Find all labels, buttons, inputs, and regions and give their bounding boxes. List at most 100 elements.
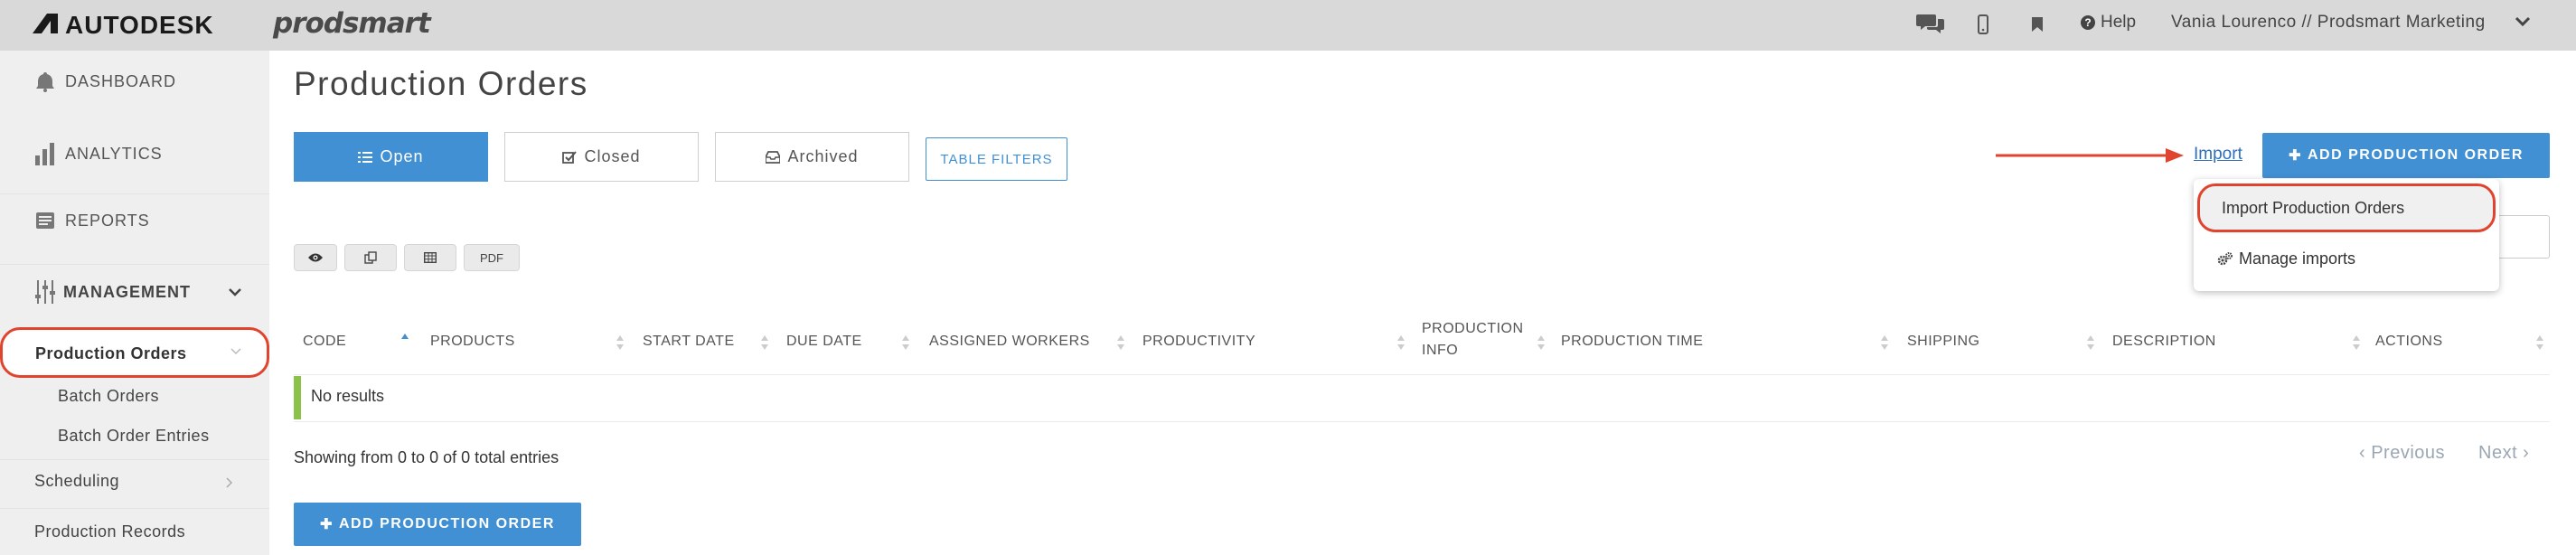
divider [0, 264, 269, 265]
sidebar-item-batch-orders[interactable]: Batch Orders [58, 387, 159, 406]
chevron-left-icon: ‹ [2359, 443, 2372, 463]
import-production-orders-item[interactable]: Import Production Orders [2197, 183, 2496, 232]
tab-archived[interactable]: Archived [715, 132, 909, 182]
sort-icon[interactable] [2086, 333, 2095, 353]
no-results-message: No results [311, 387, 385, 405]
pagination-info: Showing from 0 to 0 of 0 total entries [294, 448, 559, 466]
chat-icon[interactable] [1914, 11, 1947, 38]
column-header-productivity[interactable]: PRODUCTIVITY [1142, 331, 1255, 353]
divider [0, 508, 269, 509]
plus-icon: ✚ [320, 517, 334, 532]
add-production-order-bottom-button[interactable]: ✚ ADD PRODUCTION ORDER [294, 503, 581, 546]
question-icon: ? [2081, 15, 2095, 30]
help-link[interactable]: ? Help [2081, 13, 2136, 33]
bookmark-icon[interactable] [2028, 11, 2046, 38]
column-header-line: INFO [1422, 343, 1459, 358]
tab-open[interactable]: Open [294, 132, 488, 182]
chevron-down-icon[interactable] [228, 287, 242, 296]
next-page-button[interactable]: Next › [2478, 443, 2529, 464]
manage-imports-item[interactable]: Manage imports [2217, 249, 2355, 268]
list-icon [358, 151, 373, 163]
eye-icon [308, 253, 323, 262]
prodsmart-brand[interactable]: prodsmart [273, 7, 431, 40]
button-label: ADD PRODUCTION ORDER [339, 516, 555, 531]
sidebar-section-label: MANAGEMENT [63, 282, 191, 301]
user-menu[interactable]: Vania Lourenco // Prodsmart Marketing [2171, 13, 2486, 33]
sidebar-item-production-orders[interactable]: Production Orders [0, 327, 269, 378]
sidebar-item-label: REPORTS [65, 211, 150, 230]
sort-icon[interactable] [1537, 333, 1546, 353]
column-header-production-time[interactable]: PRODUCTION TIME [1561, 331, 1703, 353]
sort-icon[interactable] [2352, 333, 2361, 353]
column-header-production-info[interactable]: PRODUCTION INFO [1422, 318, 1524, 362]
sidebar-item-label: Production Orders [35, 344, 187, 362]
chevron-right-icon: › [2517, 443, 2530, 463]
annotation-arrow-icon [1996, 148, 2184, 163]
column-header-products[interactable]: PRODUCTS [430, 331, 515, 353]
divider [0, 459, 269, 460]
sort-icon[interactable] [901, 333, 910, 353]
search-input[interactable] [2499, 215, 2550, 259]
page-title: Production Orders [294, 65, 588, 102]
sidebar-section-management[interactable]: MANAGEMENT [34, 278, 191, 306]
table-icon [424, 252, 437, 263]
sidebar-item-label: DASHBOARD [65, 71, 177, 90]
status-indicator [294, 376, 301, 419]
import-link[interactable]: Import [2194, 145, 2242, 165]
sort-asc-icon[interactable] [400, 331, 409, 351]
sidebar-item-scheduling[interactable]: Scheduling [34, 472, 119, 491]
column-header-shipping[interactable]: SHIPPING [1907, 331, 1979, 353]
sidebar-item-label: ANALYTICS [65, 144, 163, 163]
plus-icon: ✚ [2289, 148, 2302, 164]
pagination-label: Previous [2371, 443, 2446, 463]
previous-page-button[interactable]: ‹ Previous [2359, 443, 2445, 464]
sidebar-item-dashboard[interactable]: DASHBOARD [34, 71, 176, 92]
column-visibility-button[interactable] [294, 244, 337, 271]
top-bar: AUTODESK prodsmart ? Help Vania Lourenco… [0, 0, 2576, 51]
column-header-actions[interactable]: ACTIONS [2375, 331, 2443, 353]
gears-icon [2217, 251, 2233, 265]
bell-icon [36, 72, 54, 92]
column-header-code[interactable]: CODE [303, 331, 346, 353]
sidebar-item-production-records[interactable]: Production Records [34, 522, 185, 541]
chevron-down-icon [230, 348, 241, 355]
sidebar: DASHBOARD ANALYTICS REPORTS MANAGEMENT P… [0, 51, 269, 555]
column-header-description[interactable]: DESCRIPTION [2112, 331, 2216, 353]
excel-export-button[interactable] [404, 244, 456, 271]
copy-button[interactable] [344, 244, 397, 271]
help-label: Help [2101, 13, 2137, 32]
column-header-start-date[interactable]: START DATE [643, 331, 735, 353]
add-production-order-button[interactable]: ✚ ADD PRODUCTION ORDER [2262, 133, 2550, 178]
tab-label: Archived [787, 147, 859, 165]
sliders-icon [35, 280, 55, 304]
menu-item-label: Manage imports [2239, 249, 2356, 268]
chevron-right-icon[interactable] [226, 477, 233, 488]
divider [294, 374, 2550, 375]
bar-chart-icon [35, 143, 54, 165]
sidebar-item-analytics[interactable]: ANALYTICS [34, 141, 163, 166]
mobile-icon[interactable] [1974, 11, 1992, 38]
copy-icon [364, 251, 377, 264]
sort-icon[interactable] [1396, 333, 1406, 353]
sort-icon[interactable] [616, 333, 625, 353]
autodesk-logo-icon [33, 14, 58, 33]
column-header-line: PRODUCTION [1422, 321, 1524, 336]
import-dropdown-menu: Import Production Orders Manage imports [2194, 179, 2499, 291]
tab-label: Open [380, 147, 424, 165]
pdf-export-button[interactable]: PDF [464, 244, 520, 271]
sidebar-item-reports[interactable]: REPORTS [34, 210, 150, 231]
sort-icon[interactable] [760, 333, 769, 353]
tab-label: Closed [584, 147, 641, 165]
chevron-down-icon[interactable] [2515, 16, 2531, 27]
checkbox-icon [562, 150, 578, 164]
table-filters-button[interactable]: TABLE FILTERS [926, 137, 1067, 181]
report-icon [36, 212, 54, 229]
tab-closed[interactable]: Closed [504, 132, 699, 182]
sort-icon[interactable] [1880, 333, 1889, 353]
column-header-assigned-workers[interactable]: ASSIGNED WORKERS [929, 331, 1090, 353]
column-header-due-date[interactable]: DUE DATE [786, 331, 862, 353]
sort-icon[interactable] [1116, 333, 1125, 353]
divider [294, 421, 2550, 422]
sidebar-item-batch-order-entries[interactable]: Batch Order Entries [58, 427, 210, 446]
sort-icon[interactable] [2535, 333, 2544, 353]
